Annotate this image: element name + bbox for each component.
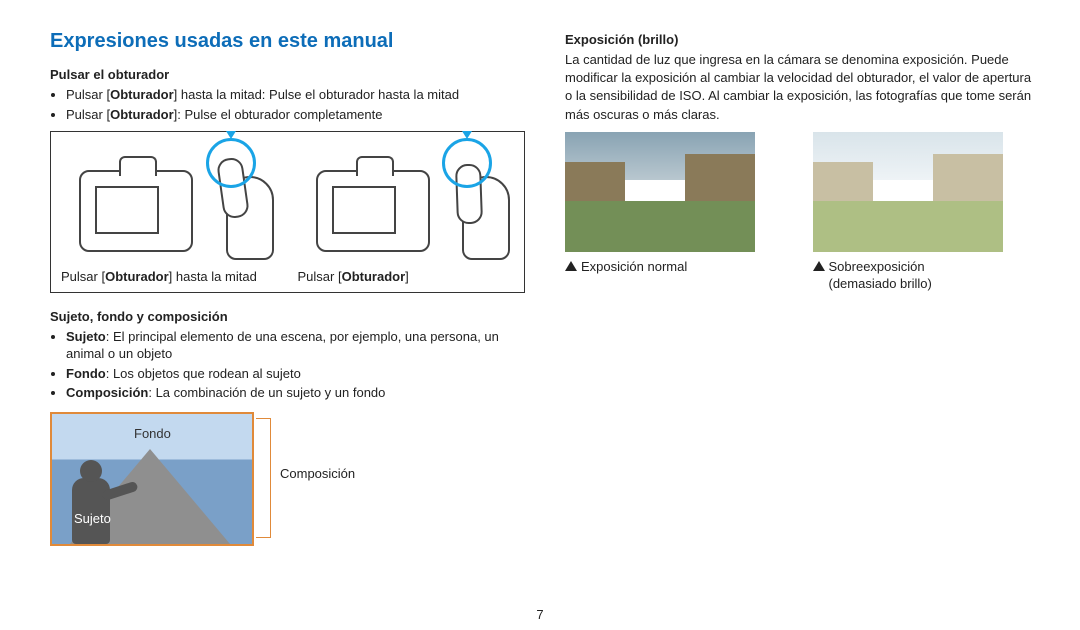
person-silhouette-icon [66,460,122,544]
page-number: 7 [536,607,543,622]
subheading-composition: Sujeto, fondo y composición [50,309,525,324]
page: Expresiones usadas en este manual Pulsar… [0,0,1080,566]
camera-full-press-cell: Pulsar [Obturador] [298,142,515,286]
camera-body-icon [79,170,193,252]
composition-illustration: Fondo Sujeto Composición [50,412,370,546]
text-line: (demasiado brillo) [829,276,932,291]
text: : Los objetos que rodean al sujeto [106,366,301,381]
photo-caption: Sobreexposición (demasiado brillo) [813,258,1041,293]
camera-body-icon [316,170,430,252]
text-bold: Obturador [110,107,174,122]
text-bold: Obturador [342,269,406,284]
bullet-item: Composición: La combinación de un sujeto… [66,384,525,402]
exposure-description: La cantidad de luz que ingresa en la cám… [565,51,1040,124]
text: ] [405,269,409,284]
photo-river-icon [813,201,1003,251]
camera-caption: Pulsar [Obturador] hasta la mitad [61,268,278,286]
text: ] hasta la mitad [169,269,257,284]
camera-viewfinder-icon [356,156,394,176]
left-column: Expresiones usadas en este manual Pulsar… [50,30,525,546]
bracket-icon [256,418,271,538]
press-highlight-icon [206,138,256,188]
bullet-item: Sujeto: El principal elemento de una esc… [66,328,525,363]
text: ]: Pulse el obturador completamente [174,107,383,122]
bullet-item: Pulsar [Obturador] hasta la mitad: Pulse… [66,86,525,104]
triangle-up-icon [565,261,577,271]
arrow-down-icon [226,131,236,139]
text: Pulsar [ [66,87,110,102]
text-bold: Obturador [105,269,169,284]
camera-half-press-cell: Pulsar [Obturador] hasta la mitad [61,142,278,286]
text-bold: Fondo [66,366,106,381]
composition-bullets: Sujeto: El principal elemento de una esc… [50,328,525,402]
text-bold: Obturador [110,87,174,102]
subheading-shutter: Pulsar el obturador [50,67,525,82]
person-head-icon [80,460,102,482]
text: : La combinación de un sujeto y un fondo [148,385,385,400]
photo-caption: Exposición normal [565,258,793,276]
text: Pulsar [ [298,269,342,284]
text-line: Sobreexposición [829,259,925,274]
label-sujeto: Sujeto [74,511,111,526]
bullet-item: Fondo: Los objetos que rodean al sujeto [66,365,525,383]
arrow-down-icon [462,131,472,139]
camera-half-press-illustration [61,142,278,262]
text-bold: Composición [66,385,148,400]
triangle-up-icon [813,261,825,271]
camera-screen-icon [332,186,396,234]
text: ] hasta la mitad: Pulse el obturador has… [174,87,459,102]
label-composicion: Composición [280,466,355,481]
text: Sobreexposición (demasiado brillo) [829,258,932,293]
text: Exposición normal [581,258,687,276]
press-highlight-icon [442,138,492,188]
camera-screen-icon [95,186,159,234]
photo-overexposed-cell: Sobreexposición (demasiado brillo) [813,132,1041,293]
shutter-bullets: Pulsar [Obturador] hasta la mitad: Pulse… [50,86,525,123]
photo-river-icon [565,201,755,251]
exposure-photo-row: Exposición normal Sobreexposición (demas… [565,132,1040,293]
camera-viewfinder-icon [119,156,157,176]
photo-normal-cell: Exposición normal [565,132,793,293]
text: Pulsar [ [66,107,110,122]
right-column: Exposición (brillo) La cantidad de luz q… [565,30,1040,546]
photo-normal-exposure [565,132,755,252]
text-bold: Sujeto [66,329,106,344]
camera-full-press-illustration [298,142,515,262]
subheading-exposure: Exposición (brillo) [565,32,1040,47]
text: : El principal elemento de una escena, p… [66,329,499,362]
composition-frame: Fondo Sujeto [50,412,254,546]
text: Pulsar [ [61,269,105,284]
section-title: Expresiones usadas en este manual [50,30,525,53]
label-fondo: Fondo [134,426,171,441]
camera-caption: Pulsar [Obturador] [298,268,515,286]
bullet-item: Pulsar [Obturador]: Pulse el obturador c… [66,106,525,124]
photo-overexposed [813,132,1003,252]
camera-illustration-row: Pulsar [Obturador] hasta la mitad P [50,131,525,293]
